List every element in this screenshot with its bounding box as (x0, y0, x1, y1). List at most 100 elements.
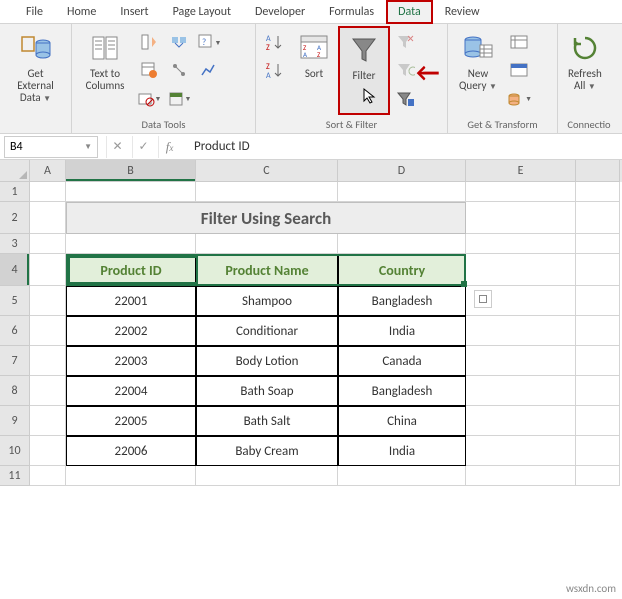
row-header[interactable]: 2 (0, 202, 30, 234)
cell[interactable] (576, 436, 620, 466)
cell[interactable] (30, 286, 66, 316)
forecast-button[interactable] (196, 58, 222, 82)
col-header-d[interactable]: D (338, 160, 466, 182)
cell[interactable] (338, 234, 466, 254)
cell[interactable] (576, 346, 620, 376)
table-cell[interactable]: Baby Cream (196, 436, 338, 466)
cell[interactable] (466, 316, 576, 346)
relationships-button[interactable] (166, 58, 192, 82)
data-validation-button[interactable]: ▼ (136, 87, 162, 111)
cell[interactable] (466, 182, 576, 202)
table-cell[interactable]: China (338, 406, 466, 436)
sort-button[interactable]: ZAAZ Sort (290, 26, 338, 115)
cell[interactable] (196, 466, 338, 486)
table-cell[interactable]: 22002 (66, 316, 196, 346)
tab-home[interactable]: Home (55, 0, 108, 24)
cell[interactable] (576, 286, 620, 316)
tab-formulas[interactable]: Formulas (317, 0, 386, 24)
cell[interactable] (466, 466, 576, 486)
remove-duplicates-button[interactable] (136, 58, 162, 82)
table-cell[interactable]: Bath Soap (196, 376, 338, 406)
cell[interactable] (576, 254, 620, 286)
tab-data[interactable]: Data (386, 0, 433, 24)
consolidate-button[interactable] (166, 30, 192, 54)
reapply-button[interactable] (392, 58, 418, 82)
table-cell[interactable]: Shampoo (196, 286, 338, 316)
table-header-cell[interactable]: Product ID (66, 254, 196, 286)
name-box[interactable]: B4 ▼ (4, 136, 98, 158)
cell[interactable] (30, 346, 66, 376)
tab-insert[interactable]: Insert (108, 0, 160, 24)
table-header-cell[interactable]: Country (338, 254, 466, 286)
tab-developer[interactable]: Developer (243, 0, 317, 24)
cell[interactable] (466, 406, 576, 436)
cell[interactable] (30, 254, 66, 286)
cell[interactable] (466, 234, 576, 254)
cell[interactable] (466, 376, 576, 406)
tab-file[interactable]: File (14, 0, 55, 24)
table-cell[interactable]: 22003 (66, 346, 196, 376)
cell[interactable] (466, 202, 576, 234)
col-header-a[interactable]: A (30, 160, 66, 182)
sort-asc-button[interactable]: AZ (262, 30, 288, 54)
cell[interactable] (30, 182, 66, 202)
row-header[interactable]: 4 (0, 254, 30, 286)
cell[interactable] (66, 234, 196, 254)
row-header[interactable]: 8 (0, 376, 30, 406)
cell[interactable] (30, 376, 66, 406)
cell[interactable] (466, 254, 576, 286)
cell[interactable] (576, 376, 620, 406)
manage-data-model-button[interactable]: ▼ (166, 87, 192, 111)
show-queries-button[interactable] (506, 30, 532, 54)
table-cell[interactable]: Body Lotion (196, 346, 338, 376)
table-cell[interactable]: Bath Salt (196, 406, 338, 436)
cell[interactable] (30, 202, 66, 234)
select-all-cell[interactable] (0, 160, 30, 182)
table-cell[interactable]: Canada (338, 346, 466, 376)
formula-input[interactable]: Product ID (186, 139, 622, 154)
col-header-b[interactable]: B (66, 160, 196, 182)
tab-page-layout[interactable]: Page Layout (161, 0, 243, 24)
get-external-data-button[interactable]: Get External Data ▼ (4, 26, 67, 128)
cell[interactable] (30, 466, 66, 486)
row-header[interactable]: 10 (0, 436, 30, 466)
cell[interactable] (576, 182, 620, 202)
filter-button[interactable]: Filter (338, 26, 390, 115)
table-cell[interactable]: India (338, 436, 466, 466)
cell[interactable] (30, 406, 66, 436)
sheet-title[interactable]: Filter Using Search (66, 202, 466, 234)
what-if-button[interactable]: ?▼ (196, 30, 222, 54)
row-header[interactable]: 1 (0, 182, 30, 202)
table-cell[interactable]: 22006 (66, 436, 196, 466)
table-cell[interactable]: 22005 (66, 406, 196, 436)
new-query-button[interactable]: New Query ▼ (452, 26, 504, 115)
col-header-more[interactable] (576, 160, 620, 182)
enter-icon[interactable]: ✓ (132, 136, 154, 158)
cell[interactable] (30, 316, 66, 346)
cell[interactable] (196, 182, 338, 202)
cell[interactable] (576, 406, 620, 436)
cell[interactable] (30, 436, 66, 466)
clear-filter-button[interactable] (392, 30, 418, 54)
row-header[interactable]: 6 (0, 316, 30, 346)
row-header[interactable]: 5 (0, 286, 30, 316)
cell[interactable] (338, 182, 466, 202)
fx-icon[interactable]: fx (158, 136, 180, 158)
quick-analysis-tag[interactable] (474, 290, 492, 308)
table-cell[interactable]: 22004 (66, 376, 196, 406)
cell[interactable] (576, 234, 620, 254)
table-cell[interactable]: Conditionar (196, 316, 338, 346)
table-cell[interactable]: 22001 (66, 286, 196, 316)
table-header-cell[interactable]: Product Name (196, 254, 338, 286)
flash-fill-button[interactable] (136, 30, 162, 54)
cell[interactable] (196, 234, 338, 254)
cell[interactable] (576, 202, 620, 234)
table-cell[interactable]: India (338, 316, 466, 346)
cancel-icon[interactable]: ✕ (106, 136, 128, 158)
cell[interactable] (338, 466, 466, 486)
col-header-e[interactable]: E (466, 160, 576, 182)
cell[interactable] (66, 466, 196, 486)
cell[interactable] (576, 466, 620, 486)
from-table-button[interactable] (506, 58, 532, 82)
col-header-c[interactable]: C (196, 160, 338, 182)
